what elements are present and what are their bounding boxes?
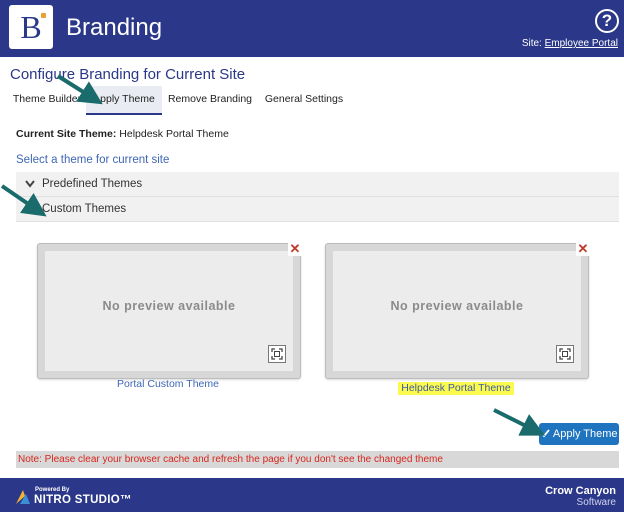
theme-preview: No preview available — [333, 251, 581, 371]
logo-letter: B — [20, 9, 42, 45]
app-header: B Branding ? Site: Employee Portal — [0, 0, 624, 57]
accordion-label: Custom Themes — [42, 203, 127, 215]
select-theme-hint: Select a theme for current site — [16, 154, 170, 166]
app-footer: Powered By NITRO STUDIO™ Crow Canyon Sof… — [0, 478, 624, 512]
tab-bar: Theme Builder Apply Theme Remove Brandin… — [8, 86, 620, 115]
delete-theme-icon[interactable]: ✕ — [288, 242, 302, 256]
annotation-arrow-apply — [493, 408, 546, 436]
no-preview-text: No preview available — [390, 299, 524, 313]
app-title: Branding — [66, 14, 163, 41]
chevron-down-icon — [24, 176, 36, 190]
site-indicator: Site: Employee Portal — [522, 38, 618, 50]
check-icon — [540, 428, 552, 440]
site-label: Site: — [521, 38, 542, 49]
tab-remove-branding[interactable]: Remove Branding — [164, 86, 256, 113]
site-link[interactable]: Employee Portal — [545, 38, 618, 49]
expand-icon[interactable] — [556, 345, 574, 363]
logo-accent — [41, 13, 46, 18]
page-title: Configure Branding for Current Site — [10, 66, 246, 83]
powered-by-text: Powered By — [35, 487, 70, 493]
current-site-theme: Current Site Theme: Helpdesk Portal Them… — [16, 127, 229, 141]
current-theme-label: Current Site Theme: — [16, 128, 117, 140]
theme-card-helpdesk-portal[interactable]: No preview available ✕ — [325, 242, 590, 379]
theme-preview: No preview available — [45, 251, 293, 371]
close-icon — [24, 201, 36, 215]
crow-canyon-name: Crow Canyon — [545, 485, 616, 497]
branding-logo: B — [9, 5, 53, 49]
accordion-label: Predefined Themes — [42, 178, 143, 190]
apply-theme-button[interactable]: Apply Theme — [539, 423, 619, 445]
apply-theme-label: Apply Theme — [552, 428, 618, 440]
theme-label-helpdesk-portal[interactable]: Helpdesk Portal Theme — [398, 382, 514, 395]
theme-label-portal-custom[interactable]: Portal Custom Theme — [37, 378, 299, 391]
tab-theme-builder[interactable]: Theme Builder — [8, 86, 86, 113]
expand-icon[interactable] — [268, 345, 286, 363]
no-preview-text: No preview available — [102, 299, 236, 313]
delete-theme-icon[interactable]: ✕ — [576, 242, 590, 256]
nitro-studio-logo-icon — [14, 488, 32, 506]
accordion-predefined-themes[interactable]: Predefined Themes — [16, 172, 619, 197]
theme-card-portal-custom[interactable]: No preview available ✕ — [37, 242, 302, 379]
nitro-studio-text: NITRO STUDIO™ — [34, 494, 132, 506]
cache-note: Note: Please clear your browser cache an… — [16, 451, 619, 468]
tab-general-settings[interactable]: General Settings — [262, 86, 346, 113]
accordion-custom-themes[interactable]: Custom Themes — [16, 197, 619, 222]
crow-canyon-software: Software — [576, 497, 616, 508]
help-icon[interactable]: ? — [595, 9, 619, 33]
theme-label-wrap: Helpdesk Portal Theme — [325, 378, 587, 396]
tab-apply-theme[interactable]: Apply Theme — [86, 86, 162, 115]
current-theme-value: Helpdesk Portal Theme — [119, 128, 229, 140]
